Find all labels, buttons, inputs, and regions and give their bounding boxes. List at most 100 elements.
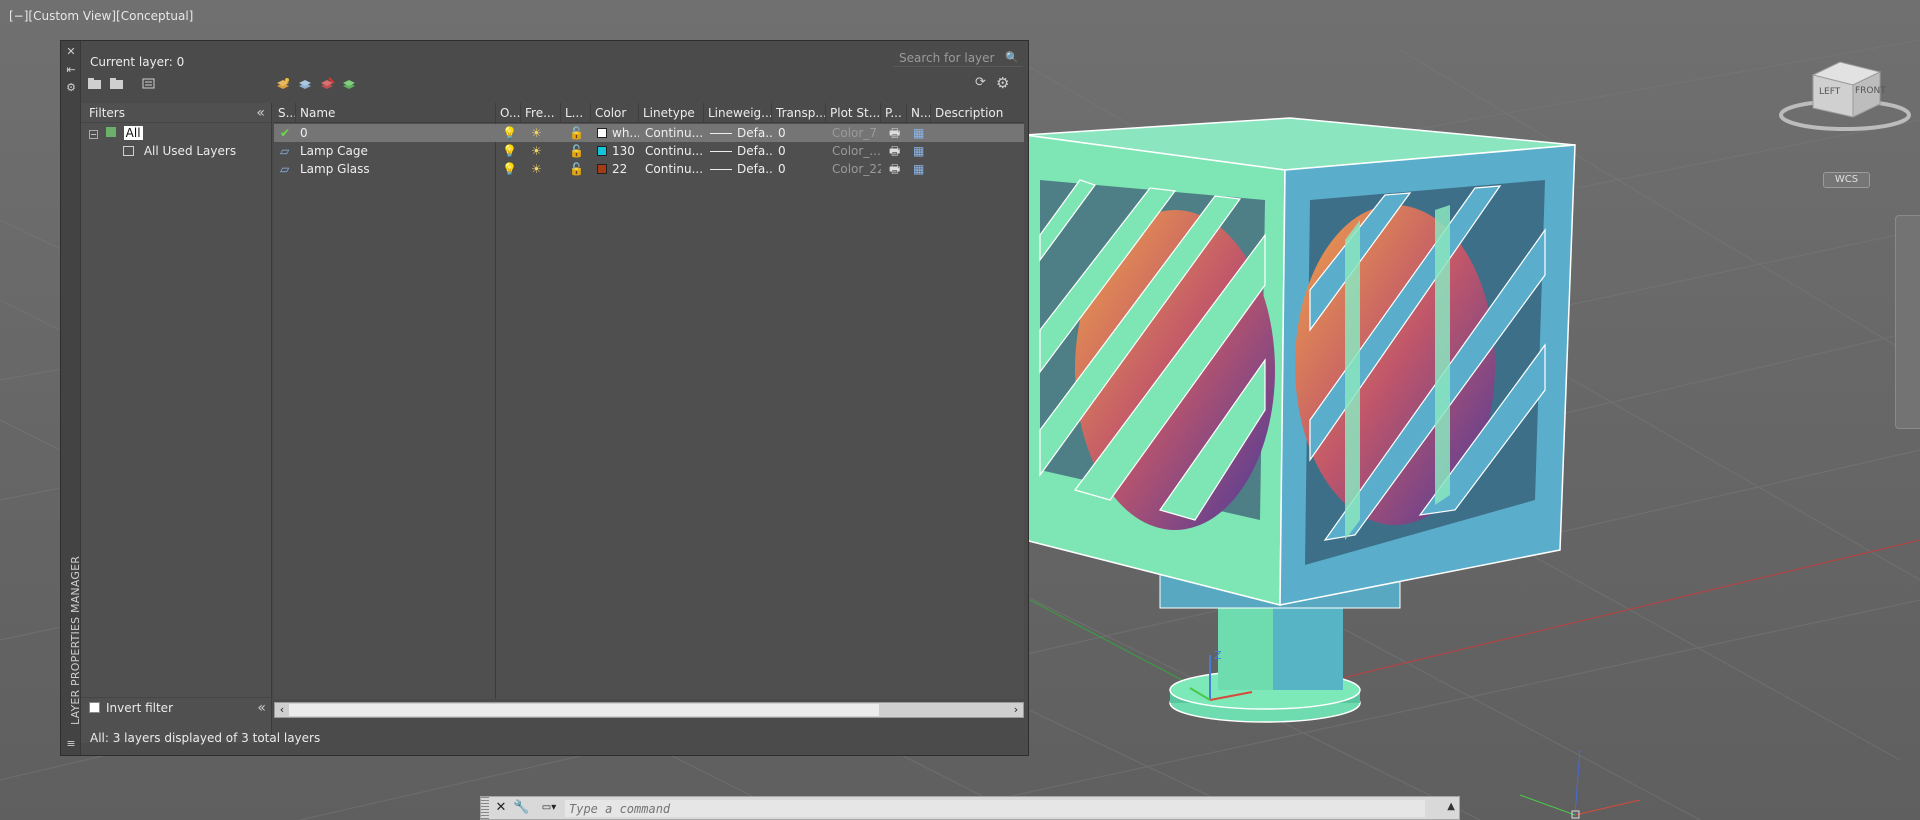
- layer-color[interactable]: wh...: [593, 124, 639, 142]
- new-property-filter-icon[interactable]: [87, 77, 103, 91]
- layer-list-grid[interactable]: S... Name O... Fre... L... Color Linetyp…: [274, 103, 1024, 699]
- layer-unlock-icon[interactable]: 🔓: [565, 142, 589, 160]
- col-lineweight[interactable]: Lineweig...: [704, 103, 772, 123]
- layer-on-bulb-icon[interactable]: 💡: [498, 160, 520, 178]
- layer-unlock-icon[interactable]: 🔓: [565, 124, 589, 142]
- navigation-bar[interactable]: [1895, 215, 1920, 429]
- col-transparency[interactable]: Transp...: [772, 103, 826, 123]
- col-freeze[interactable]: Fre...: [521, 103, 561, 123]
- new-vp-freeze-icon[interactable]: ▦: [909, 160, 929, 178]
- name-column-divider: [274, 103, 496, 699]
- layer-on-bulb-icon[interactable]: 💡: [498, 142, 520, 160]
- horizontal-scrollbar[interactable]: ‹ ›: [274, 702, 1024, 718]
- search-layer-input[interactable]: Search for layer 🔍: [893, 49, 1023, 67]
- col-linetype[interactable]: Linetype: [639, 103, 704, 123]
- close-icon[interactable]: ✕: [64, 45, 78, 59]
- customize-icon[interactable]: 🔧: [513, 800, 529, 816]
- tree-label-all[interactable]: All: [123, 126, 143, 140]
- wcs-menu-button[interactable]: WCS: [1823, 172, 1870, 188]
- layer-thaw-sun-icon[interactable]: ☀: [527, 124, 557, 142]
- lineweight-sample: [710, 169, 732, 170]
- col-name[interactable]: Name: [296, 103, 496, 123]
- col-description[interactable]: Description: [931, 103, 1024, 123]
- layer-transparency[interactable]: 0: [774, 124, 826, 142]
- set-current-layer-icon[interactable]: [341, 77, 357, 91]
- layer-linetype[interactable]: Continu...: [641, 142, 704, 160]
- refresh-icon[interactable]: ⟳: [975, 75, 991, 90]
- search-icon[interactable]: 🔍: [1005, 49, 1019, 67]
- command-line: ✕ 🔧 ▭▾ ▲: [480, 796, 1460, 820]
- scroll-left-icon[interactable]: ‹: [275, 702, 289, 718]
- layer-transparency[interactable]: 0: [774, 142, 826, 160]
- layer-name[interactable]: Lamp Cage: [296, 142, 496, 160]
- recent-commands-icon[interactable]: ▭▾: [537, 800, 561, 816]
- new-layer-vp-frozen-icon[interactable]: [297, 77, 313, 91]
- col-new-vp-freeze[interactable]: N...: [907, 103, 931, 123]
- layer-name[interactable]: 0: [296, 124, 496, 142]
- layers-icon[interactable]: ≡: [64, 737, 78, 751]
- layer-color[interactable]: 130: [593, 142, 639, 160]
- color-swatch: [597, 164, 607, 174]
- new-vp-freeze-icon[interactable]: ▦: [909, 142, 929, 160]
- lamp-stem-light: [1218, 600, 1273, 690]
- col-plot[interactable]: P...: [881, 103, 907, 123]
- layer-plot-printer-icon[interactable]: 🖶: [885, 160, 905, 178]
- layer-description[interactable]: [933, 124, 1023, 142]
- command-history-icon[interactable]: ▲: [1447, 801, 1455, 812]
- tree-label-all-used[interactable]: All Used Layers: [144, 144, 236, 158]
- scroll-right-icon[interactable]: ›: [1009, 702, 1023, 718]
- collapse-filters-icon[interactable]: «: [256, 103, 265, 123]
- layer-plot-printer-icon[interactable]: 🖶: [885, 124, 905, 142]
- command-input[interactable]: [565, 800, 1425, 817]
- layer-row[interactable]: ✔0💡☀🔓wh...Continu...Defa...0Color_7🖶▦: [274, 124, 1024, 142]
- layer-linetype[interactable]: Continu...: [641, 124, 704, 142]
- auto-hide-icon[interactable]: ⇤: [64, 63, 78, 77]
- palette-title-strip[interactable]: ✕ ⇤ ⚙ LAYER PROPERTIES MANAGER ≡: [61, 41, 82, 755]
- close-command-line-icon[interactable]: ✕: [493, 800, 509, 816]
- layer-status-icon[interactable]: ▱: [276, 160, 296, 178]
- layer-unlock-icon[interactable]: 🔓: [565, 160, 589, 178]
- scroll-thumb[interactable]: [289, 704, 879, 716]
- tree-node-all-used[interactable]: All Used Layers: [123, 143, 236, 159]
- col-on[interactable]: O...: [496, 103, 521, 123]
- layer-plot-style: Color_22: [832, 162, 881, 176]
- new-vp-freeze-icon[interactable]: ▦: [909, 124, 929, 142]
- layer-on-bulb-icon[interactable]: 💡: [498, 124, 520, 142]
- delete-layer-icon[interactable]: [319, 77, 335, 91]
- new-layer-icon[interactable]: [275, 77, 291, 91]
- layer-plot-style: Color_7: [832, 126, 877, 140]
- layer-status-icon[interactable]: ▱: [276, 142, 296, 160]
- viewcube[interactable]: LEFT FRONT: [1779, 61, 1911, 131]
- tree-node-all[interactable]: − All: [89, 125, 143, 141]
- layer-lineweight[interactable]: Defa...: [706, 160, 772, 178]
- viewport-controls-label[interactable]: [−][Custom View][Conceptual]: [9, 9, 193, 23]
- col-plot-style[interactable]: Plot St...: [826, 103, 881, 123]
- layer-name[interactable]: Lamp Glass: [296, 160, 496, 178]
- col-status[interactable]: S...: [274, 103, 296, 123]
- layer-row[interactable]: ▱Lamp Glass💡 ☀ 🔓22Continu...Defa...0 Color_…: [274, 160, 1024, 178]
- layer-linetype[interactable]: Continu...: [641, 160, 704, 178]
- col-color[interactable]: Color: [591, 103, 639, 123]
- collapse-filters-bottom-icon[interactable]: «: [257, 698, 266, 718]
- properties-icon[interactable]: ⚙: [64, 81, 78, 95]
- new-group-filter-icon[interactable]: [109, 77, 125, 91]
- settings-icon[interactable]: ⚙: [996, 74, 1012, 92]
- layer-lineweight[interactable]: Defa...: [706, 142, 772, 160]
- layer-thaw-sun-icon[interactable]: ☀: [527, 160, 557, 178]
- layer-plot-printer-icon[interactable]: 🖶: [885, 142, 905, 160]
- invert-filter-checkbox[interactable]: Invert filter «: [81, 697, 272, 717]
- layer-color[interactable]: 22: [593, 160, 639, 178]
- layer-states-manager-icon[interactable]: [141, 77, 157, 91]
- current-layer-check-icon[interactable]: ✔: [276, 124, 296, 142]
- command-line-grip[interactable]: [481, 797, 489, 819]
- layer-description[interactable]: [933, 160, 1023, 178]
- col-lock[interactable]: L...: [561, 103, 591, 123]
- layer-transparency[interactable]: 0: [774, 160, 826, 178]
- invert-filter-box[interactable]: [89, 702, 100, 713]
- layer-lineweight[interactable]: Defa...: [706, 124, 772, 142]
- layer-description[interactable]: [933, 142, 1023, 160]
- layer-thaw-sun-icon[interactable]: ☀: [527, 142, 557, 160]
- tree-expander-icon[interactable]: −: [89, 130, 98, 139]
- filter-group-icon: [123, 146, 134, 156]
- layer-row[interactable]: ▱Lamp Cage💡 ☀ 🔓130Continu...Defa...0 Color_…: [274, 142, 1024, 160]
